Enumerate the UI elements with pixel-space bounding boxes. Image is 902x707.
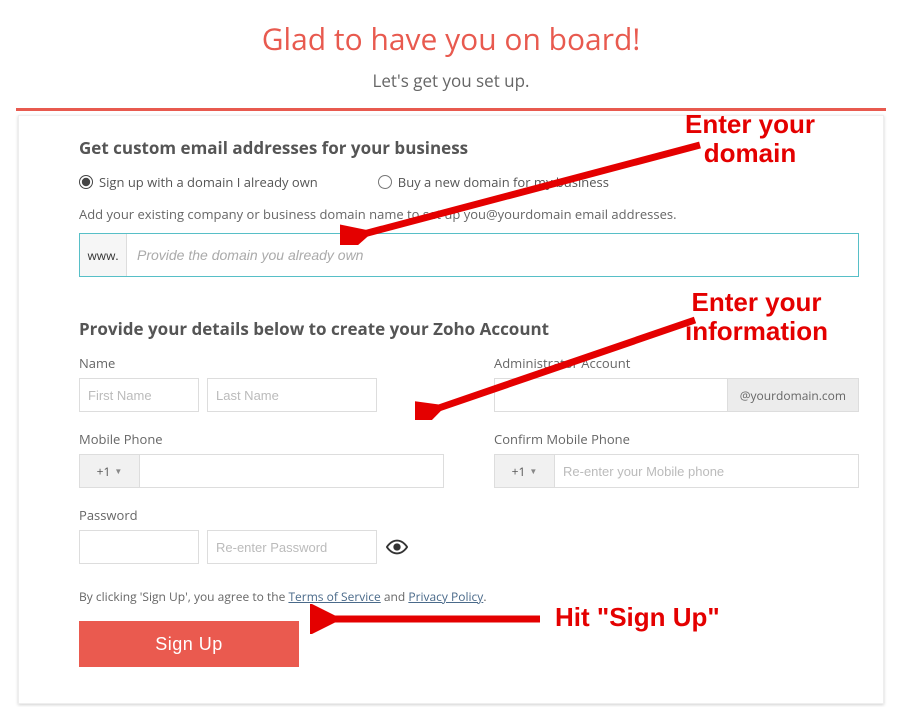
- confirm-phone-code-select[interactable]: +1 ▼: [494, 454, 554, 488]
- page-title: Glad to have you on board!: [0, 18, 902, 59]
- phone-code-select[interactable]: +1 ▼: [79, 454, 139, 488]
- confirm-phone-code-value: +1: [512, 463, 526, 480]
- divider: [16, 108, 886, 111]
- domain-www-prefix: www.: [80, 234, 127, 276]
- show-password-icon[interactable]: [385, 535, 409, 559]
- radio-own-domain-label: Sign up with a domain I already own: [99, 173, 318, 191]
- confirm-password-input[interactable]: [207, 530, 377, 564]
- mobile-input[interactable]: [139, 454, 444, 488]
- terms-text: By clicking 'Sign Up', you agree to the …: [79, 588, 859, 605]
- radio-own-domain[interactable]: Sign up with a domain I already own: [79, 173, 318, 191]
- domain-input[interactable]: [127, 234, 858, 276]
- first-name-input[interactable]: [79, 378, 199, 412]
- section-domain-title: Get custom email addresses for your busi…: [79, 136, 859, 159]
- caret-down-icon: ▼: [114, 466, 122, 477]
- name-label: Name: [79, 354, 444, 372]
- mobile-label: Mobile Phone: [79, 430, 444, 448]
- domain-help-text: Add your existing company or business do…: [79, 205, 859, 223]
- confirm-mobile-label: Confirm Mobile Phone: [494, 430, 859, 448]
- radio-buy-domain-input[interactable]: [378, 175, 392, 189]
- confirm-mobile-input[interactable]: [554, 454, 859, 488]
- admin-account-input[interactable]: [494, 378, 727, 412]
- radio-buy-domain[interactable]: Buy a new domain for my business: [378, 173, 609, 191]
- radio-buy-domain-label: Buy a new domain for my business: [398, 173, 609, 191]
- terms-of-service-link[interactable]: Terms of Service: [288, 588, 380, 605]
- signup-card: Get custom email addresses for your busi…: [18, 115, 884, 704]
- caret-down-icon: ▼: [529, 466, 537, 477]
- radio-own-domain-input[interactable]: [79, 175, 93, 189]
- page-subtitle: Let's get you set up.: [0, 69, 902, 92]
- last-name-input[interactable]: [207, 378, 377, 412]
- admin-domain-suffix: @yourdomain.com: [727, 378, 859, 412]
- section-account-title: Provide your details below to create you…: [79, 317, 859, 340]
- privacy-policy-link[interactable]: Privacy Policy: [408, 588, 483, 605]
- password-input[interactable]: [79, 530, 199, 564]
- password-label: Password: [79, 506, 444, 524]
- phone-code-value: +1: [97, 463, 111, 480]
- domain-input-group: www.: [79, 233, 859, 277]
- admin-account-label: Administrator Account: [494, 354, 859, 372]
- sign-up-button[interactable]: Sign Up: [79, 621, 299, 667]
